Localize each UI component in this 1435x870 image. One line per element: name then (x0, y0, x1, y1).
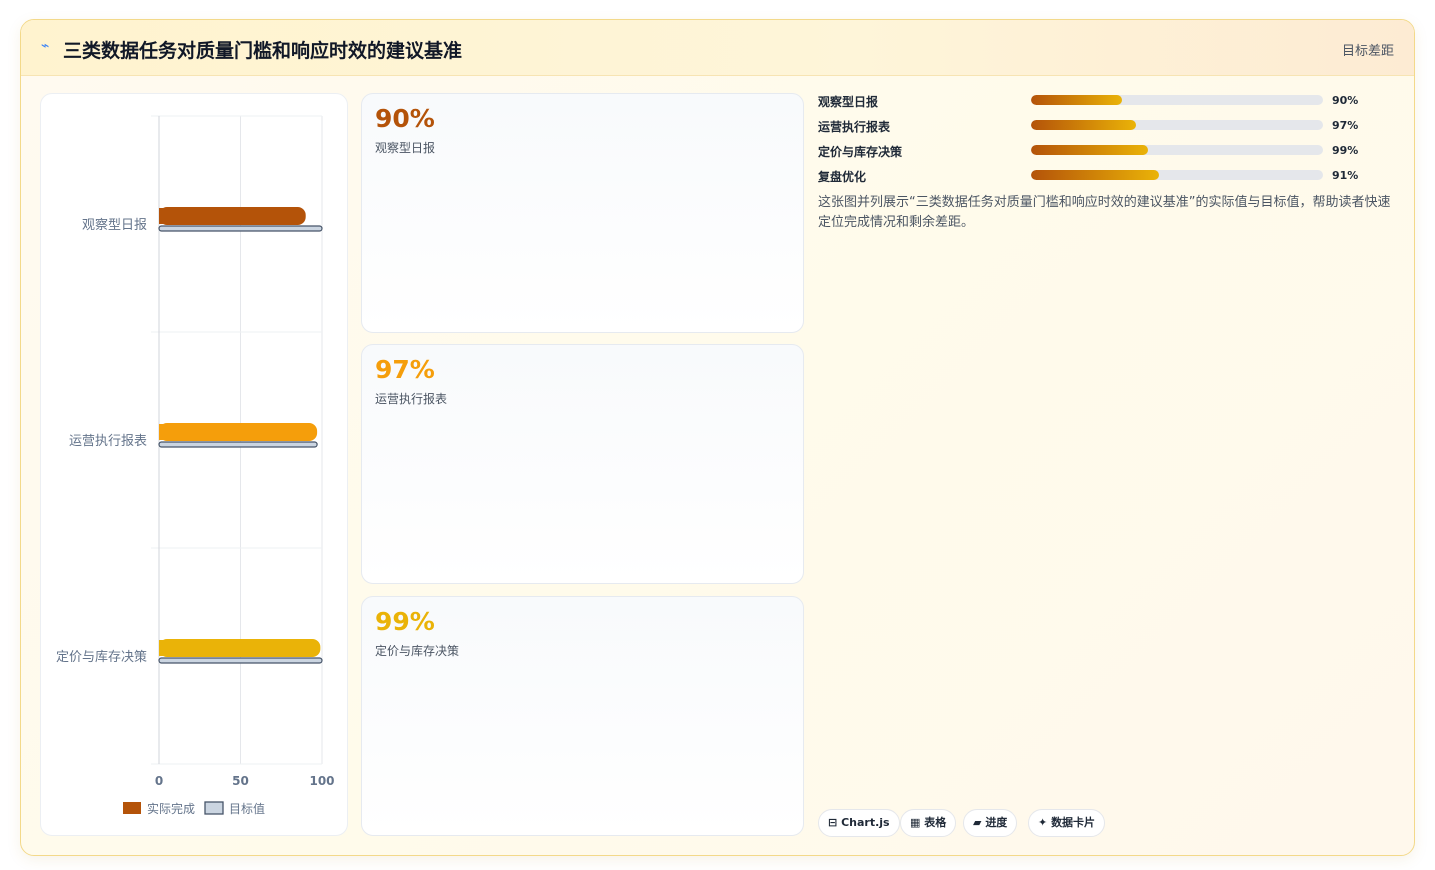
progress-value: 90% (1332, 94, 1359, 107)
progress-track (1031, 170, 1323, 180)
kpi-label: 运营执行报表 (375, 392, 448, 406)
progress-track (1031, 95, 1323, 105)
progress-fill (1031, 120, 1137, 130)
kpi-card-1: 90% 观察型日报 (361, 93, 804, 333)
chart-card: ⌁ 三类数据任务对质量门槛和响应时效的建议基准 目标差距 0 50 100 观察型日报… (20, 19, 1415, 856)
chip-label: 进度 (985, 816, 1008, 829)
chip-table[interactable]: ▦ 表格 (900, 809, 957, 837)
progress-list: 观察型日报 90% 运营执行报表 97% 定价与库存决策 99% 复盘优化 91… (818, 92, 1398, 192)
progress-fill (1031, 170, 1160, 180)
progress-label: 观察型日报 (818, 95, 879, 109)
pulse-icon: ⌁ (41, 38, 50, 54)
chart-description: 这张图并列展示“三类数据任务对质量门槛和响应时效的建议基准”的实际值与目标值，帮… (818, 195, 1391, 230)
progress-value: 91% (1332, 169, 1359, 182)
chip-progress[interactable]: ▰ 进度 (963, 809, 1018, 837)
progress-label: 运营执行报表 (818, 120, 891, 134)
table-icon: ▦ (910, 816, 921, 829)
kpi-value: 97% (375, 355, 435, 384)
bar-actual-base (159, 424, 167, 440)
progress-value: 97% (1332, 119, 1359, 132)
chip-label: Chart.js (841, 816, 890, 829)
bar-target (158, 225, 323, 232)
kpi-card-2: 97% 运营执行报表 (361, 344, 804, 584)
progress-label: 定价与库存决策 (818, 145, 903, 159)
progress-track (1031, 145, 1323, 155)
progress-row: 观察型日报 90% (818, 92, 1398, 117)
progress-fill (1031, 145, 1148, 155)
progress-row: 运营执行报表 97% (818, 117, 1398, 142)
bar-actual-base (159, 208, 167, 224)
sparkle-icon: ✦ (1038, 816, 1048, 829)
kpi-value: 90% (375, 104, 435, 133)
bar-actual (159, 639, 321, 657)
page-title: 三类数据任务对质量门槛和响应时效的建议基准 (63, 40, 463, 62)
y-category-label: 运营执行报表 (69, 434, 147, 449)
progress-track (1031, 120, 1323, 130)
legend-label: 实际完成 (147, 801, 195, 816)
chip-label: 表格 (924, 816, 947, 829)
kpi-value: 99% (375, 607, 435, 636)
bar-actual (159, 207, 306, 225)
bar-target (158, 657, 323, 664)
card-header: ⌁ 三类数据任务对质量门槛和响应时效的建议基准 目标差距 (21, 20, 1414, 76)
legend-swatch (204, 801, 224, 815)
x-tick-label: 0 (155, 774, 163, 788)
progress-value: 99% (1332, 144, 1359, 157)
kpi-card-3: 99% 定价与库存决策 (361, 596, 804, 836)
progress-fill (1031, 95, 1122, 105)
chip-label: 数据卡片 (1051, 816, 1096, 829)
kpi-label: 观察型日报 (375, 141, 436, 155)
progress-icon: ▰ (973, 816, 982, 829)
legend-label: 目标值 (229, 801, 265, 816)
kpi-label: 定价与库存决策 (375, 644, 460, 658)
target-gap-label: 目标差距 (1341, 44, 1394, 59)
bar-chart-panel: 0 50 100 观察型日报运营执行报表定价与库存决策实际完成 目标值 (40, 93, 348, 836)
bar-chart: 0 50 100 观察型日报运营执行报表定价与库存决策实际完成 目标值 (56, 115, 335, 816)
x-tick-label: 50 (232, 774, 249, 788)
progress-label: 复盘优化 (818, 170, 867, 184)
chip-data-cards[interactable]: ✦ 数据卡片 (1028, 809, 1106, 837)
progress-row: 复盘优化 91% (818, 167, 1398, 192)
chart-icon: ⊟ (828, 816, 838, 829)
bar-actual (159, 423, 318, 441)
progress-row: 定价与库存决策 99% (818, 142, 1398, 167)
y-category-label: 定价与库存决策 (56, 649, 147, 665)
y-category-label: 观察型日报 (82, 218, 147, 233)
legend-swatch (123, 802, 141, 814)
bar-actual-base (159, 640, 167, 656)
chip-chartjs[interactable]: ⊟ Chart.js (818, 809, 900, 837)
bar-target (158, 441, 318, 448)
x-tick-label: 100 (309, 774, 334, 788)
